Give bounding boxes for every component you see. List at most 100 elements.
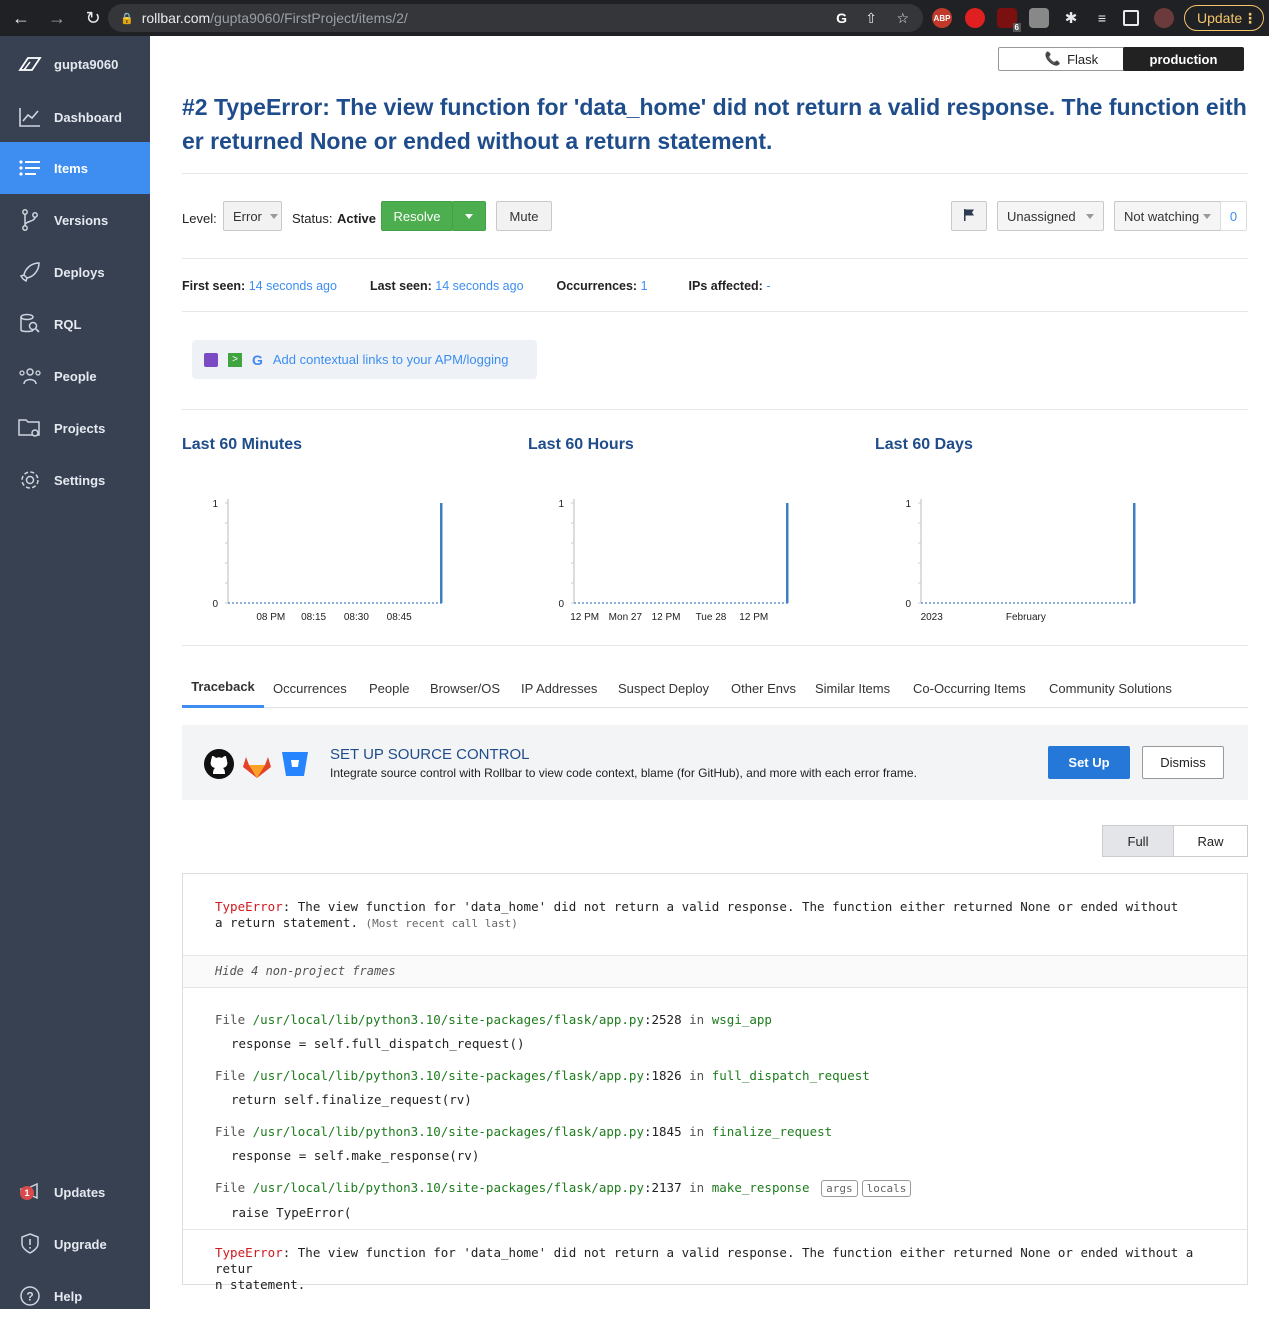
chart-title-hours: Last 60 Hours — [528, 436, 634, 453]
apm-datadog-icon — [204, 352, 218, 367]
frame-3[interactable]: File /usr/local/lib/python3.10/site-pack… — [215, 1180, 912, 1221]
extension-gray-icon[interactable] — [1029, 8, 1049, 28]
forward-icon[interactable]: → — [46, 7, 68, 29]
view-raw-button[interactable]: Raw — [1173, 825, 1248, 857]
view-full-button[interactable]: Full — [1102, 825, 1174, 857]
divider — [182, 173, 1248, 174]
url-host: rollbar.com — [141, 10, 211, 26]
profile-avatar-icon[interactable] — [1154, 8, 1174, 28]
frame-0[interactable]: File /usr/local/lib/python3.10/site-pack… — [215, 1012, 772, 1052]
x-tick-label: Tue 28 — [696, 612, 727, 623]
back-icon[interactable]: ← — [10, 7, 32, 29]
tab-other-envs[interactable]: Other Envs — [731, 668, 796, 708]
frame-2[interactable]: File /usr/local/lib/python3.10/site-pack… — [215, 1124, 832, 1164]
updates-badge: 1 — [20, 1186, 34, 1200]
share-icon[interactable]: ⇧ — [865, 10, 877, 27]
frame-line: :2137 — [643, 1180, 682, 1195]
tab-traceback[interactable]: Traceback — [182, 668, 264, 708]
bar — [1133, 503, 1136, 603]
help-circle-icon: ? — [18, 1284, 42, 1308]
sidebar-item-dashboard[interactable]: Dashboard — [0, 91, 150, 143]
first-seen-value[interactable]: 14 seconds ago — [249, 279, 337, 293]
level-select[interactable]: Error — [223, 201, 282, 231]
x-tick-label: 08 PM — [256, 612, 285, 623]
sidebar-item-deploys[interactable]: Deploys — [0, 246, 150, 298]
sidebar-item-items[interactable]: Items — [0, 142, 150, 194]
status-label: Status: — [292, 211, 333, 226]
frame-code: response = self.full_dispatch_request() — [231, 1036, 525, 1051]
sidebar-item-label: Versions — [54, 212, 109, 228]
sidebar-item-projects[interactable]: Projects — [0, 402, 150, 454]
reload-icon[interactable]: ↻ — [82, 7, 104, 29]
update-button[interactable]: Update ⋮ — [1184, 5, 1264, 31]
extension-drop-icon[interactable] — [965, 8, 985, 28]
google-icon[interactable]: G — [836, 10, 847, 26]
phone-icon: 📞 — [1044, 51, 1062, 66]
apm-link[interactable]: Add contextual links to your APM/logging — [273, 352, 509, 367]
dismiss-button[interactable]: Dismiss — [1142, 746, 1224, 779]
hide-frames-toggle[interactable]: Hide 4 non-project frames — [215, 964, 396, 978]
resolve-dropdown[interactable] — [452, 201, 486, 231]
tab-community-solutions[interactable]: Community Solutions — [1049, 668, 1172, 708]
recent-call-note: (Most recent call last) — [365, 917, 518, 930]
status-value: Active — [337, 211, 377, 226]
account-switcher[interactable]: gupta9060 — [0, 38, 150, 90]
sidebar-item-label: Upgrade — [54, 1236, 107, 1252]
resolve-button[interactable]: Resolve — [381, 201, 453, 231]
chart-title-minutes: Last 60 Minutes — [182, 436, 303, 453]
ublock-icon[interactable]: 6 — [997, 8, 1021, 32]
megaphone-icon: 1 — [18, 1180, 42, 1204]
dismiss-label: Dismiss — [1160, 755, 1206, 770]
frame-function: full_dispatch_request — [711, 1068, 870, 1083]
watch-select[interactable]: Not watching — [1114, 201, 1221, 231]
sidebar-item-help[interactable]: ? Help — [0, 1270, 150, 1322]
tab-co-occurring-items[interactable]: Co-Occurring Items — [913, 668, 1026, 708]
environment-button[interactable]: production — [1123, 47, 1244, 71]
x-tick-label: 08:45 — [387, 612, 412, 623]
last-seen-value[interactable]: 14 seconds ago — [435, 279, 523, 293]
sidebar-item-versions[interactable]: Versions — [0, 194, 150, 246]
assignee-select[interactable]: Unassigned — [997, 201, 1104, 231]
stats-row: First seen: 14 seconds ago Last seen: 14… — [182, 279, 771, 293]
reading-list-icon[interactable]: ≡ — [1092, 8, 1112, 28]
args-pill[interactable]: args — [821, 1180, 858, 1197]
tab-occurrences[interactable]: Occurrences — [273, 668, 347, 708]
frame-code: return self.finalize_request(rv) — [231, 1092, 472, 1107]
sidebar-item-label: Settings — [54, 472, 106, 488]
frame-1[interactable]: File /usr/local/lib/python3.10/site-pack… — [215, 1068, 870, 1108]
sidebar-item-settings[interactable]: Settings — [0, 454, 150, 506]
tab-suspect-deploy[interactable]: Suspect Deploy — [618, 668, 709, 708]
watch-count[interactable]: 0 — [1220, 201, 1247, 231]
error-type: TypeError — [215, 1245, 283, 1260]
y-tick-label: 0 — [212, 599, 218, 610]
divider — [182, 258, 1248, 259]
source-control-banner: SET UP SOURCE CONTROL Integrate source c… — [182, 725, 1248, 800]
tab-browser-os[interactable]: Browser/OS — [430, 668, 500, 708]
sidebar-item-people[interactable]: People — [0, 350, 150, 402]
sidebar-item-rql[interactable]: RQL — [0, 298, 150, 350]
bookmark-star-icon[interactable]: ☆ — [896, 10, 909, 27]
mute-button[interactable]: Mute — [496, 201, 552, 231]
side-panel-icon[interactable] — [1123, 10, 1139, 26]
tab-ip-addresses[interactable]: IP Addresses — [521, 668, 597, 708]
hide-frames-row[interactable]: Hide 4 non-project frames — [183, 955, 1247, 988]
adblock-icon[interactable]: ABP — [932, 8, 952, 28]
ips-value[interactable]: - — [766, 279, 770, 293]
apm-links-box[interactable]: > G Add contextual links to your APM/log… — [192, 340, 537, 379]
flag-button[interactable] — [951, 201, 987, 231]
more-icon: ⋮ — [1243, 9, 1257, 26]
locals-pill[interactable]: locals — [861, 1180, 912, 1197]
sidebar-item-updates[interactable]: 1 Updates — [0, 1166, 150, 1218]
frame-in-word: in — [689, 1012, 705, 1027]
sidebar-item-upgrade[interactable]: Upgrade — [0, 1218, 150, 1270]
sidebar: gupta9060 Dashboard Items Versions Deplo… — [0, 36, 150, 1309]
setup-button[interactable]: Set Up — [1048, 746, 1130, 779]
chart-days: 1 0 2023 February — [905, 499, 1136, 623]
extensions-puzzle-icon[interactable]: ✱ — [1061, 8, 1081, 28]
address-bar[interactable]: 🔒 rollbar.com/gupta9060/FirstProject/ite… — [108, 4, 923, 32]
occurrences-value[interactable]: 1 — [641, 279, 648, 293]
flag-icon — [963, 208, 975, 225]
tab-similar-items[interactable]: Similar Items — [815, 668, 890, 708]
watch-value: Not watching — [1124, 208, 1200, 224]
tab-people[interactable]: People — [369, 668, 409, 708]
